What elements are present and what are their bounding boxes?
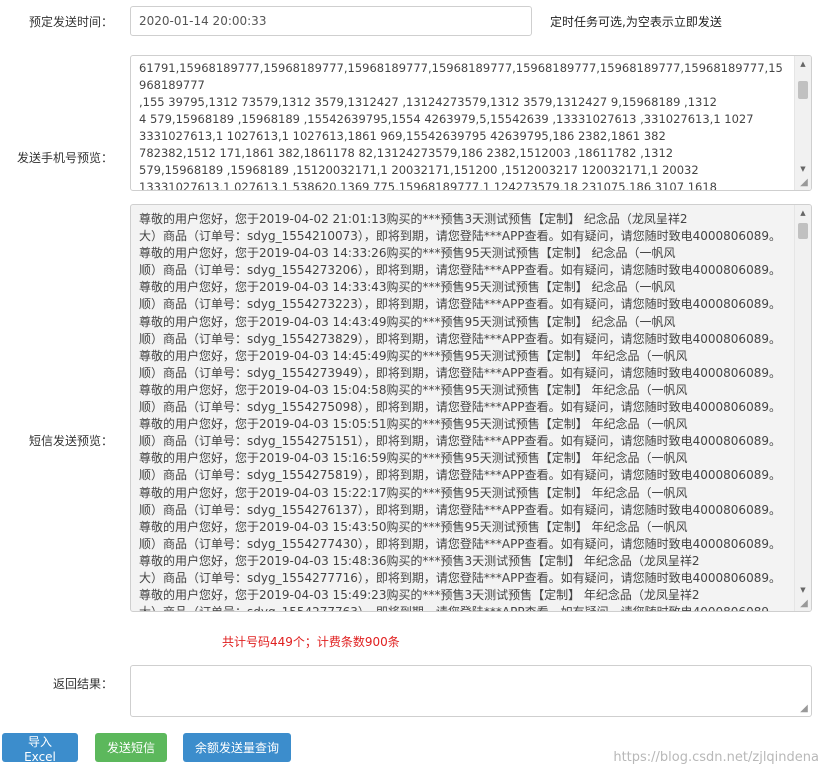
sms-line: 尊敬的用户您好，您于2019-04-03 14:33:26购买的***预售95天… xyxy=(139,246,676,261)
scroll-up-icon[interactable]: ▲ xyxy=(795,57,811,71)
sms-line: 尊敬的用户您好，您于2019-04-03 14:45:49购买的***预售95天… xyxy=(139,348,688,363)
sms-line: 顺）商品（订单号：sdyg_1554275819），即将到期，请您登陆***AP… xyxy=(139,468,781,483)
sms-line: 尊敬的用户您好，您于2019-04-02 21:01:13购买的***预售3天测… xyxy=(139,212,688,226)
sms-scrollbar[interactable]: ▲ ▼ xyxy=(794,205,811,611)
scroll-up-icon[interactable]: ▲ xyxy=(795,206,811,220)
sms-line: 大）商品（订单号：sdyg_1554277716），即将到期，请您登陆***AP… xyxy=(139,570,781,585)
phones-line: 3331027613,1 1027613,1 1027613,1861 969,… xyxy=(139,129,666,143)
sms-line: 尊敬的用户您好，您于2019-04-03 15:49:23购买的***预售3天测… xyxy=(139,588,700,603)
phones-line: 61791,15968189777,15968189777,1596818977… xyxy=(139,61,783,92)
count-summary: 共计号码449个；计费条数900条 xyxy=(222,635,400,649)
sms-line: 顺）商品（订单号：sdyg_1554273949），即将到期，请您登陆***AP… xyxy=(139,365,781,380)
resize-grip-icon[interactable]: ◢ xyxy=(798,703,810,715)
schedule-hint: 定时任务可选,为空表示立即发送 xyxy=(550,15,722,29)
sms-line: 顺）商品（订单号：sdyg_1554273206），即将到期，请您登陆***AP… xyxy=(139,263,781,278)
sms-line: 尊敬的用户您好，您于2019-04-03 15:16:59购买的***预售95天… xyxy=(139,451,688,466)
sms-line: 顺）商品（订单号：sdyg_1554277430），即将到期，请您登陆***AP… xyxy=(139,536,781,551)
sms-line: 顺）商品（订单号：sdyg_1554275098），即将到期，请您登陆***AP… xyxy=(139,400,781,415)
watermark-text: https://blog.csdn.net/zjlqindena xyxy=(613,750,819,765)
sms-line: 尊敬的用户您好，您于2019-04-03 15:43:50购买的***预售95天… xyxy=(139,519,688,534)
result-label: 返回结果： xyxy=(52,677,113,691)
schedule-label: 预定发送时间： xyxy=(28,15,113,29)
sms-line: 尊敬的用户您好，您于2019-04-03 15:04:58购买的***预售95天… xyxy=(139,382,688,397)
sms-line: 顺）商品（订单号：sdyg_1554276137），即将到期，请您登陆***AP… xyxy=(139,502,781,517)
sms-line: 尊敬的用户您好，您于2019-04-03 15:48:36购买的***预售3天测… xyxy=(139,553,700,568)
scroll-thumb[interactable] xyxy=(798,81,808,99)
schedule-time-input[interactable] xyxy=(130,6,532,36)
phones-line: 579,15968189 ,15968189 ,15120032171,1 20… xyxy=(139,163,699,177)
sms-preview-textarea[interactable]: 尊敬的用户您好，您于2019-04-02 21:01:13购买的***预售3天测… xyxy=(130,204,812,612)
import-excel-button[interactable]: 导入Excel xyxy=(2,733,78,764)
phones-line: 13331027613,1 027613,1 538620,1369 775,1… xyxy=(139,180,717,190)
sms-line: 顺）商品（订单号：sdyg_1554275151），即将到期，请您登陆***AP… xyxy=(139,434,781,449)
scroll-down-icon[interactable]: ▼ xyxy=(795,162,811,176)
send-sms-button[interactable]: 发送短信 xyxy=(95,733,167,762)
phones-preview-content: 61791,15968189777,15968189777,1596818977… xyxy=(131,56,794,190)
result-textarea[interactable]: ◢ xyxy=(130,665,812,717)
sms-line: 顺）商品（订单号：sdyg_1554273829），即将到期，请您登陆***AP… xyxy=(139,331,781,346)
balance-query-button[interactable]: 余额发送量查询 xyxy=(183,733,291,762)
resize-grip-icon[interactable]: ◢ xyxy=(798,598,810,610)
phones-line: 782382,1512 171,1861 382,1861178 82,1312… xyxy=(139,146,674,160)
phones-line: ,155 39795,1312 73579,1312 3579,1312427 … xyxy=(139,95,717,109)
sms-line: 尊敬的用户您好，您于2019-04-03 15:05:51购买的***预售95天… xyxy=(139,417,688,432)
sms-line: 尊敬的用户您好，您于2019-04-03 14:43:49购买的***预售95天… xyxy=(139,314,676,329)
phones-line: 4 579,15968189 ,15968189 ,15542639795,15… xyxy=(139,112,754,126)
phones-label: 发送手机号预览： xyxy=(16,151,113,165)
resize-grip-icon[interactable]: ◢ xyxy=(798,177,810,189)
sms-line: 顺）商品（订单号：sdyg_1554273223），即将到期，请您登陆***AP… xyxy=(139,297,781,312)
scroll-thumb[interactable] xyxy=(798,223,808,239)
scroll-down-icon[interactable]: ▼ xyxy=(795,583,811,597)
sms-line: 尊敬的用户您好，您于2019-04-03 14:33:43购买的***预售95天… xyxy=(139,280,676,295)
sms-line: 大）商品（订单号：sdyg_1554277763），即将到期，请您登陆***AP… xyxy=(139,604,786,611)
phones-preview-textarea[interactable]: 61791,15968189777,15968189777,1596818977… xyxy=(130,55,812,191)
sms-line: 尊敬的用户您好，您于2019-04-03 15:22:17购买的***预售95天… xyxy=(139,485,688,500)
phones-scrollbar[interactable]: ▲ ▼ xyxy=(794,56,811,190)
sms-line: 大）商品（订单号：sdyg_1554210073），即将到期，请您登陆***AP… xyxy=(139,229,781,244)
sms-preview-content: 尊敬的用户您好，您于2019-04-02 21:01:13购买的***预售3天测… xyxy=(131,205,794,611)
sms-label: 短信发送预览： xyxy=(28,434,113,448)
